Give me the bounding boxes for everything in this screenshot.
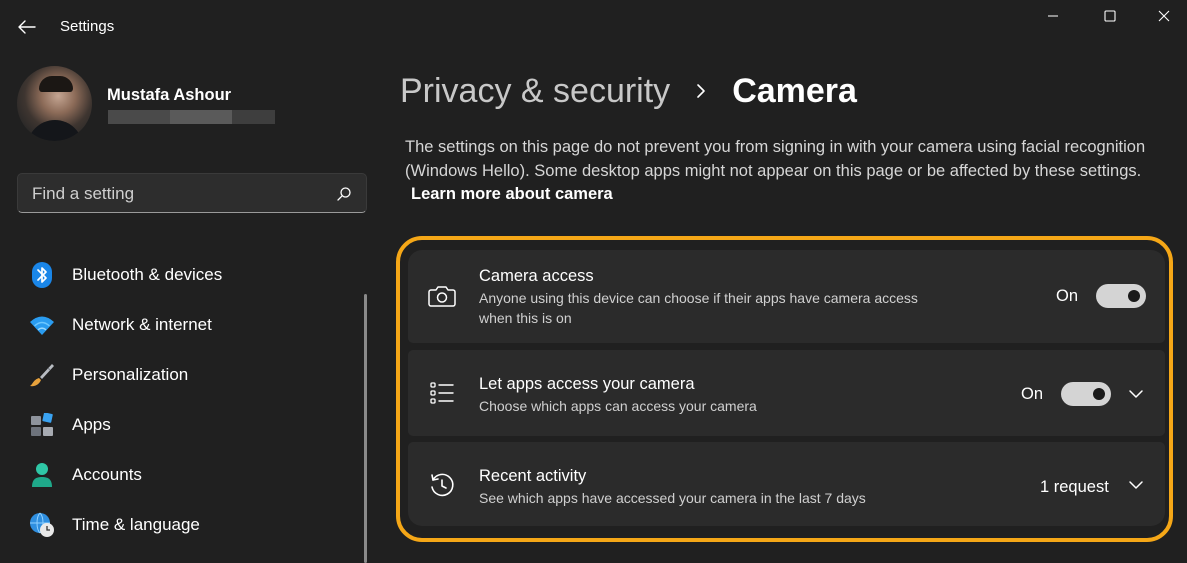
camera-access-toggle[interactable] <box>1096 284 1146 308</box>
sidebar-item-label: Network & internet <box>72 315 212 334</box>
setting-subtitle: Anyone using this device can choose if t… <box>479 290 918 326</box>
list-icon <box>428 379 456 407</box>
toggle-state-label: On <box>1056 287 1079 305</box>
globe-clock-icon <box>29 512 55 538</box>
setting-let-apps-access[interactable]: Let apps access your camera Choose which… <box>408 350 1165 436</box>
minimize-icon <box>1048 15 1058 17</box>
close-icon <box>1158 10 1170 22</box>
sidebar-item-label: Bluetooth & devices <box>72 265 223 284</box>
sidebar-item-apps[interactable]: Apps <box>17 400 362 450</box>
sidebar-item-label: Apps <box>72 415 111 434</box>
back-button[interactable] <box>12 14 42 40</box>
setting-title: Recent activity <box>479 467 587 485</box>
maximize-button[interactable] <box>1087 0 1133 32</box>
minimize-button[interactable] <box>1030 0 1076 32</box>
sidebar-item-bluetooth[interactable]: Bluetooth & devices <box>17 250 362 300</box>
redacted-email <box>108 110 275 124</box>
apps-icon <box>29 412 55 438</box>
toggle-knob <box>1093 388 1105 400</box>
page-description: The settings on this page do not prevent… <box>405 136 1175 207</box>
settings-window: Settings Mustafa Ashour Find a setting B… <box>0 0 1187 563</box>
page-title: Camera <box>732 71 857 110</box>
person-icon <box>29 462 55 488</box>
search-icon[interactable] <box>336 186 352 202</box>
close-button[interactable] <box>1141 0 1187 32</box>
toggle-knob <box>1128 290 1140 302</box>
setting-title: Camera access <box>479 267 594 285</box>
avatar-shirt <box>27 120 83 141</box>
breadcrumb-parent[interactable]: Privacy & security <box>400 72 670 111</box>
sidebar-item-network[interactable]: Network & internet <box>17 300 362 350</box>
maximize-icon <box>1104 10 1116 22</box>
history-icon <box>428 471 456 499</box>
sidebar-item-personalization[interactable]: Personalization <box>17 350 362 400</box>
sidebar-nav: Bluetooth & devices Network & internet P… <box>17 250 362 550</box>
setting-recent-activity[interactable]: Recent activity See which apps have acce… <box>408 442 1165 526</box>
learn-more-link[interactable]: Learn more about camera <box>411 185 613 203</box>
sidebar-item-accounts[interactable]: Accounts <box>17 450 362 500</box>
profile-name: Mustafa Ashour <box>107 86 232 104</box>
wifi-icon <box>29 312 55 338</box>
breadcrumb: Privacy & security Camera <box>400 68 857 114</box>
search-box[interactable] <box>17 173 367 213</box>
app-title: Settings <box>60 18 115 35</box>
setting-subtitle: Choose which apps can access your camera <box>479 398 757 414</box>
sidebar-scrollbar[interactable] <box>364 294 367 563</box>
request-count: 1 request <box>1040 478 1109 496</box>
camera-icon <box>428 282 456 310</box>
setting-title: Let apps access your camera <box>479 375 695 393</box>
let-apps-access-toggle[interactable] <box>1061 382 1111 406</box>
toggle-state-label: On <box>1021 385 1044 403</box>
chevron-down-icon[interactable] <box>1126 384 1146 404</box>
arrow-left-icon <box>18 20 36 34</box>
sidebar-item-label: Personalization <box>72 365 189 384</box>
avatar <box>17 66 92 141</box>
chevron-down-icon[interactable] <box>1126 475 1146 495</box>
sidebar-item-label: Accounts <box>72 465 142 484</box>
search-input[interactable] <box>32 183 332 205</box>
title-bar: Settings <box>0 0 1187 52</box>
sidebar-item-label: Time & language <box>72 515 200 534</box>
avatar-hair <box>39 76 73 92</box>
chevron-right-icon <box>696 83 706 99</box>
sidebar-item-time-language[interactable]: Time & language <box>17 500 362 550</box>
setting-camera-access: Camera access Anyone using this device c… <box>408 250 1165 343</box>
user-profile[interactable]: Mustafa Ashour <box>17 66 367 142</box>
description-text: The settings on this page do not prevent… <box>405 138 1146 180</box>
brush-icon <box>29 362 55 388</box>
setting-subtitle: See which apps have accessed your camera… <box>479 490 866 506</box>
bluetooth-icon <box>29 262 55 288</box>
